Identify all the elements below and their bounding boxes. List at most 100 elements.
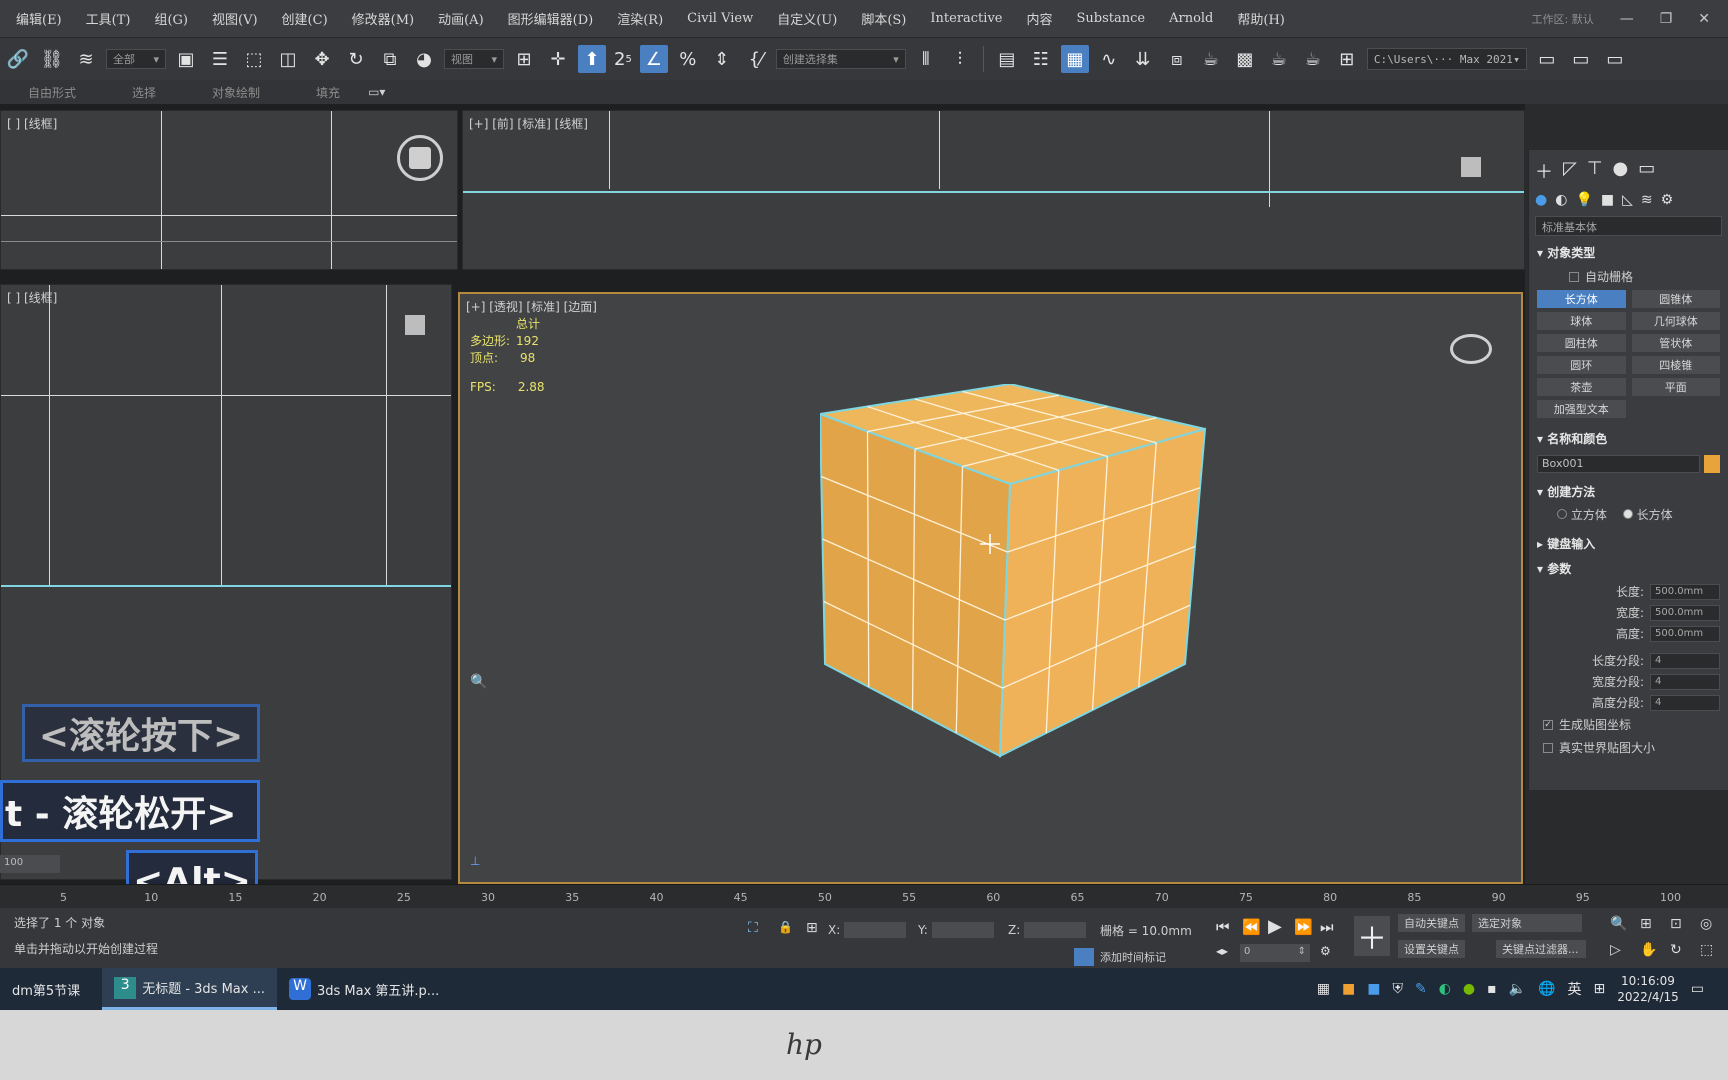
sphere-button[interactable]: 球体: [1537, 312, 1626, 330]
unlink-icon[interactable]: ⛓: [38, 45, 66, 73]
menu-modifiers[interactable]: 修改器(M): [340, 9, 426, 28]
modify-tab-icon[interactable]: ◸: [1563, 158, 1577, 184]
place-icon[interactable]: ◕: [410, 45, 438, 73]
ribbon-tab-populate[interactable]: 填充: [288, 84, 368, 101]
schematic-view-icon[interactable]: ⇊: [1129, 45, 1157, 73]
next-frame-icon[interactable]: ⏩: [1294, 918, 1313, 936]
menu-customize[interactable]: 自定义(U): [765, 9, 849, 28]
zoom-icon[interactable]: 🔍: [470, 674, 487, 690]
pivot-center-icon[interactable]: ⊞: [510, 45, 538, 73]
name-color-title[interactable]: ▾ 名称和颜色: [1529, 426, 1728, 451]
select-by-name-icon[interactable]: ☰: [206, 45, 234, 73]
isolate-icon[interactable]: ⛶: [748, 920, 758, 936]
length-spinner[interactable]: 500.0mm: [1650, 583, 1720, 600]
menu-tools[interactable]: 工具(T): [74, 9, 143, 28]
width-segs-spinner[interactable]: 4: [1650, 673, 1720, 690]
keyboard-shortcut-override-icon[interactable]: ⬆: [578, 45, 606, 73]
menu-group[interactable]: 组(G): [142, 9, 200, 28]
teapot-button[interactable]: 茶壶: [1537, 378, 1626, 396]
viewport-front-label[interactable]: [+] [前] [标准] [线框]: [469, 115, 588, 132]
render-production-icon[interactable]: ☕: [1265, 45, 1293, 73]
ribbon-tab-selection[interactable]: 选择: [104, 84, 184, 101]
go-to-start-icon[interactable]: ⏮: [1216, 918, 1230, 936]
geosphere-button[interactable]: 几何球体: [1631, 312, 1720, 330]
frame-counter[interactable]: 100: [0, 855, 60, 873]
taskbar-item-3dsmax[interactable]: 3 无标题 - 3ds Max ...: [102, 968, 277, 1010]
ribbon-tab-object-paint[interactable]: 对象绘制: [184, 84, 288, 101]
absolute-mode-icon[interactable]: ⊞: [806, 920, 818, 936]
motion-tab-icon[interactable]: ●: [1613, 158, 1629, 184]
object-color-swatch[interactable]: [1704, 455, 1720, 473]
set-key-big-icon[interactable]: ＋: [1354, 916, 1390, 957]
project-open-icon[interactable]: ▭: [1567, 45, 1595, 73]
mirror-icon[interactable]: ⫴: [912, 45, 940, 73]
cylinder-button[interactable]: 圆柱体: [1537, 334, 1626, 352]
go-to-end-icon[interactable]: ⏭: [1320, 918, 1334, 936]
curve-editor-icon[interactable]: ∿: [1095, 45, 1123, 73]
spinner-snap-icon[interactable]: ⇕: [708, 45, 736, 73]
render-setup-icon[interactable]: ☕: [1197, 45, 1225, 73]
select-manipulate-icon[interactable]: ✛: [544, 45, 572, 73]
width-spinner[interactable]: 500.0mm: [1650, 604, 1720, 621]
viewport-top[interactable]: [ ] [线框]: [0, 110, 458, 270]
scale-icon[interactable]: ⧉: [376, 45, 404, 73]
selected-object-dropdown[interactable]: 选定对象: [1472, 914, 1582, 932]
current-frame-field[interactable]: 0 ⇕: [1240, 944, 1310, 962]
real-world-checkbox[interactable]: 真实世界贴图大小: [1529, 736, 1728, 759]
project-save-icon[interactable]: ▭: [1601, 45, 1629, 73]
material-editor-icon[interactable]: ⧈: [1163, 45, 1191, 73]
bind-space-warp-icon[interactable]: ≋: [72, 45, 100, 73]
menu-graph-editors[interactable]: 图形编辑器(D): [496, 9, 606, 28]
viewport-front[interactable]: [+] [前] [标准] [线框]: [462, 110, 1525, 270]
orbit-sub-nav-icon[interactable]: ↻: [1670, 942, 1682, 958]
toggle-ribbon-icon[interactable]: ▦: [1060, 45, 1089, 73]
keyboard-entry-title[interactable]: ▸ 键盘输入: [1529, 531, 1728, 556]
network-icon[interactable]: 🌐: [1538, 981, 1555, 997]
tube-button[interactable]: 管状体: [1631, 334, 1720, 352]
menu-content[interactable]: 内容: [1014, 9, 1064, 28]
layer-explorer-icon[interactable]: ☷: [1027, 45, 1055, 73]
plane-button[interactable]: 平面: [1631, 378, 1720, 396]
cameras-icon[interactable]: ■: [1601, 192, 1614, 208]
menu-animation[interactable]: 动画(A): [426, 9, 496, 28]
viewcube-icon[interactable]: [405, 315, 425, 335]
hierarchy-tab-icon[interactable]: ⊤: [1587, 158, 1603, 184]
menu-civil-view[interactable]: Civil View: [675, 11, 765, 26]
minimize-icon[interactable]: —: [1620, 11, 1634, 27]
key-mode-icon[interactable]: ◂▸: [1216, 944, 1228, 958]
taskbar-item-wps[interactable]: W 3ds Max 第五讲.p...: [277, 968, 451, 1010]
set-key-button[interactable]: 设置关键点: [1398, 940, 1465, 958]
window-crossing-icon[interactable]: ◫: [274, 45, 302, 73]
tray-app-icon[interactable]: ▦: [1317, 981, 1330, 997]
workspace-label[interactable]: 工作区: 默认: [1532, 11, 1594, 27]
select-object-icon[interactable]: ▣: [172, 45, 200, 73]
helpers-icon[interactable]: ◺: [1622, 192, 1633, 208]
menu-create[interactable]: 创建(C): [270, 9, 340, 28]
key-filters-button[interactable]: 关键点过滤器...: [1496, 940, 1586, 958]
viewcube-icon[interactable]: [1461, 157, 1481, 177]
restore-icon[interactable]: ❐: [1660, 11, 1673, 27]
height-segs-spinner[interactable]: 4: [1650, 694, 1720, 711]
x-field[interactable]: [844, 922, 907, 938]
y-field[interactable]: [931, 922, 994, 938]
ribbon-tab-freeform[interactable]: 自由形式: [0, 84, 104, 101]
box-radio[interactable]: 长方体: [1622, 506, 1673, 523]
named-selection-dropdown[interactable]: 创建选择集 ▾: [775, 49, 906, 69]
creation-method-title[interactable]: ▾ 创建方法: [1529, 479, 1728, 504]
angle-snap-icon[interactable]: ∠: [639, 45, 668, 73]
menu-interactive[interactable]: Interactive: [918, 11, 1014, 26]
object-type-title[interactable]: ▾ 对象类型: [1529, 240, 1728, 265]
ime-mode-icon[interactable]: ⊞: [1594, 981, 1606, 997]
systems-icon[interactable]: ⚙: [1661, 192, 1674, 208]
rotate-icon[interactable]: ↻: [342, 45, 370, 73]
box-object[interactable]: [820, 384, 1240, 784]
tray-app-icon[interactable]: ■: [1342, 981, 1355, 997]
viewcube-icon[interactable]: [1450, 334, 1492, 364]
previous-frame-icon[interactable]: ⏪: [1242, 918, 1261, 936]
viewport-perspective[interactable]: [+] [透视] [标准] [边面] 总计 多边形: 192 顶点: 98 FPS:…: [458, 292, 1523, 884]
add-time-tag[interactable]: 添加时间标记: [1074, 948, 1166, 966]
menu-substance[interactable]: Substance: [1065, 11, 1158, 26]
gen-mapping-checkbox[interactable]: ✓ 生成贴图坐标: [1529, 713, 1728, 736]
torus-button[interactable]: 圆环: [1537, 356, 1626, 374]
tray-app-icon[interactable]: ◐: [1439, 981, 1451, 997]
